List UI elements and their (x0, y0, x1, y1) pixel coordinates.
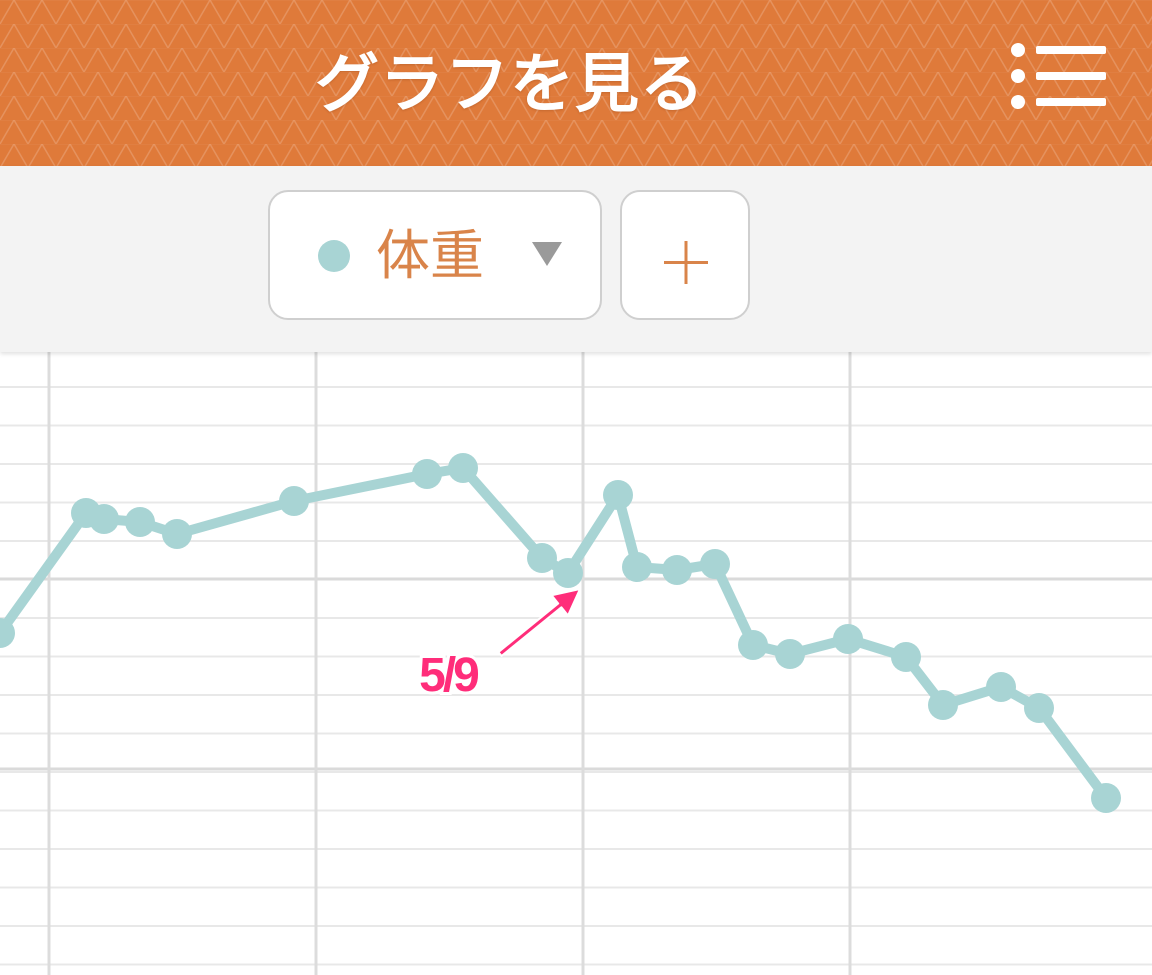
weight-chart[interactable]: 5/9 (0, 352, 1152, 975)
data-point[interactable] (527, 543, 557, 573)
data-point[interactable] (833, 624, 863, 654)
add-series-button[interactable] (620, 190, 750, 320)
data-point[interactable] (622, 552, 652, 582)
series-select-label: 体重 (376, 224, 484, 287)
data-point[interactable] (700, 549, 730, 579)
series-color-dot (318, 240, 350, 272)
data-point[interactable] (89, 504, 119, 534)
data-point[interactable] (891, 642, 921, 672)
caret-down-icon (532, 242, 562, 266)
plus-icon (664, 241, 708, 284)
chart-annotation: 5/9 (416, 588, 581, 705)
data-point[interactable] (603, 480, 633, 510)
menu-list-icon (1011, 43, 1106, 109)
app-root: グラフを見る 体重 5/9 (0, 0, 1152, 975)
data-point[interactable] (553, 558, 583, 588)
series-line (0, 463, 1111, 803)
data-point[interactable] (162, 519, 192, 549)
menu-button[interactable] (1000, 38, 1116, 120)
data-point[interactable] (662, 555, 692, 585)
data-point[interactable] (448, 453, 478, 483)
chart-grid (0, 352, 1152, 975)
data-point[interactable] (928, 690, 958, 720)
data-point[interactable] (1024, 693, 1054, 723)
page-title: グラフを見る (315, 48, 705, 122)
data-point[interactable] (1091, 783, 1121, 813)
data-point[interactable] (125, 507, 155, 537)
header-bar: グラフを見る (0, 0, 1152, 166)
data-point[interactable] (775, 639, 805, 669)
graph-toolbar: 体重 (0, 166, 1152, 352)
series-select[interactable]: 体重 (268, 190, 602, 320)
annotation-arrow-icon (497, 588, 581, 657)
chart-canvas: 5/9 (0, 352, 1152, 975)
data-point[interactable] (279, 486, 309, 516)
chart-series (0, 453, 1121, 813)
data-point[interactable] (986, 672, 1016, 702)
data-point[interactable] (738, 630, 768, 660)
data-point[interactable] (412, 459, 442, 489)
annotation-label: 5/9 (419, 649, 478, 702)
